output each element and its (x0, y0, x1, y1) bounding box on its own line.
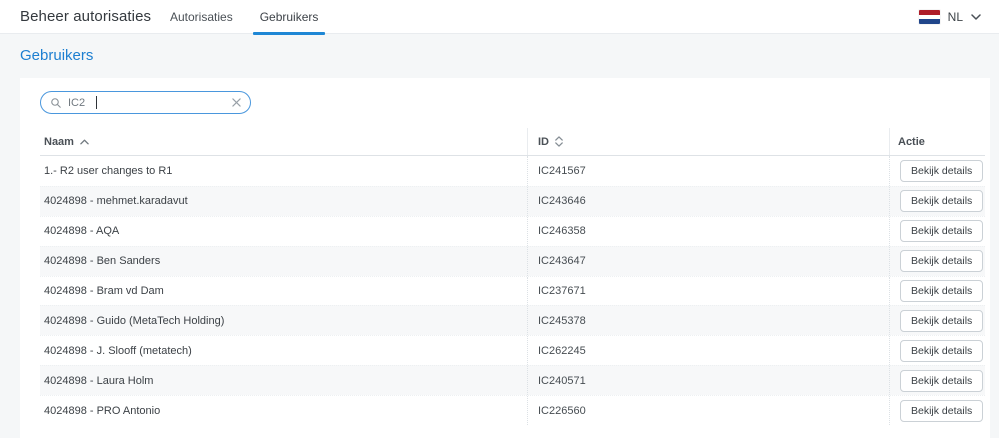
sort-both-icon (555, 136, 563, 147)
search-icon (50, 97, 62, 109)
cell-naam: 4024898 - mehmet.karadavut (44, 195, 188, 208)
view-details-button[interactable]: Bekijk details (900, 280, 984, 302)
app-title: Beheer autorisaties (20, 8, 152, 25)
table-row: 4024898 - J. Slooff (metatech) IC262245 … (40, 335, 985, 366)
language-code: NL (947, 10, 963, 24)
cell-id: IC246358 (527, 216, 889, 246)
table-row: 4024898 - AQA IC246358 Bekijk details (40, 215, 985, 246)
tab-autorisaties[interactable]: Autorisaties (170, 0, 233, 34)
table-row: 4024898 - Laura Holm IC240571 Bekijk det… (40, 365, 985, 396)
table-row: 4024898 - Guido (MetaTech Holding) IC245… (40, 305, 985, 336)
tab-label: Gebruikers (259, 10, 319, 24)
table-row: 4024898 - Bram vd Dam IC237671 Bekijk de… (40, 275, 985, 306)
table-row: 4024898 - Ben Sanders IC243647 Bekijk de… (40, 245, 985, 276)
search-input[interactable] (68, 96, 90, 109)
table-body: 1.- R2 user changes to R1 IC241567 Bekij… (40, 156, 985, 426)
cell-id: IC237671 (527, 276, 889, 306)
tab-label: Autorisaties (170, 10, 233, 24)
content-card: Naam ID Actie 1.- R2 user changes to R1 … (20, 78, 990, 438)
cell-naam: 1.- R2 user changes to R1 (44, 164, 173, 177)
view-details-button[interactable]: Bekijk details (900, 190, 984, 213)
cell-id: IC241567 (527, 156, 889, 186)
cell-naam: 4024898 - PRO Antonio (44, 404, 161, 417)
column-header-actie: Actie (889, 128, 985, 155)
cell-id: IC262245 (527, 336, 889, 366)
cell-id: IC243646 (527, 186, 889, 216)
table-row: 1.- R2 user changes to R1 IC241567 Bekij… (40, 156, 985, 186)
view-details-button[interactable]: Bekijk details (900, 309, 984, 332)
cell-id: IC226560 (527, 396, 889, 426)
cell-naam: 4024898 - AQA (44, 225, 120, 238)
view-details-button[interactable]: Bekijk details (900, 369, 984, 392)
table-row: 4024898 - mehmet.karadavut IC243646 Beki… (40, 185, 985, 216)
table-header: Naam ID Actie (40, 128, 985, 156)
view-details-button[interactable]: Bekijk details (900, 250, 984, 273)
chevron-down-icon (971, 14, 981, 20)
text-caret (96, 96, 97, 109)
page-title: Gebruikers (20, 47, 94, 64)
tab-bar: Autorisaties Gebruikers (170, 0, 326, 35)
view-details-button[interactable]: Bekijk details (900, 220, 984, 243)
cell-naam: 4024898 - Guido (MetaTech Holding) (44, 314, 225, 327)
cell-naam: 4024898 - Laura Holm (44, 374, 154, 387)
top-bar: Beheer autorisaties Autorisaties Gebruik… (0, 0, 999, 35)
netherlands-flag-icon (918, 10, 940, 24)
cell-naam: 4024898 - Ben Sanders (44, 255, 161, 268)
column-header-id[interactable]: ID (527, 128, 889, 155)
table-row: 4024898 - PRO Antonio IC226560 Bekijk de… (40, 395, 985, 426)
clear-search-button[interactable] (232, 98, 241, 107)
sort-ascending-icon (80, 139, 89, 145)
cell-id: IC240571 (527, 366, 889, 396)
cell-id: IC245378 (527, 306, 889, 336)
cell-id: IC243647 (527, 246, 889, 276)
search-box[interactable] (40, 91, 251, 114)
users-table: Naam ID Actie 1.- R2 user changes to R1 … (40, 128, 985, 426)
view-details-button[interactable]: Bekijk details (900, 399, 984, 422)
tab-gebruikers[interactable]: Gebruikers (252, 0, 326, 35)
cell-naam: 4024898 - J. Slooff (metatech) (44, 344, 192, 357)
view-details-button[interactable]: Bekijk details (900, 339, 984, 362)
view-details-button[interactable]: Bekijk details (900, 159, 984, 182)
column-header-naam[interactable]: Naam (40, 128, 527, 155)
language-selector[interactable]: NL (918, 0, 981, 34)
cell-naam: 4024898 - Bram vd Dam (44, 285, 164, 297)
